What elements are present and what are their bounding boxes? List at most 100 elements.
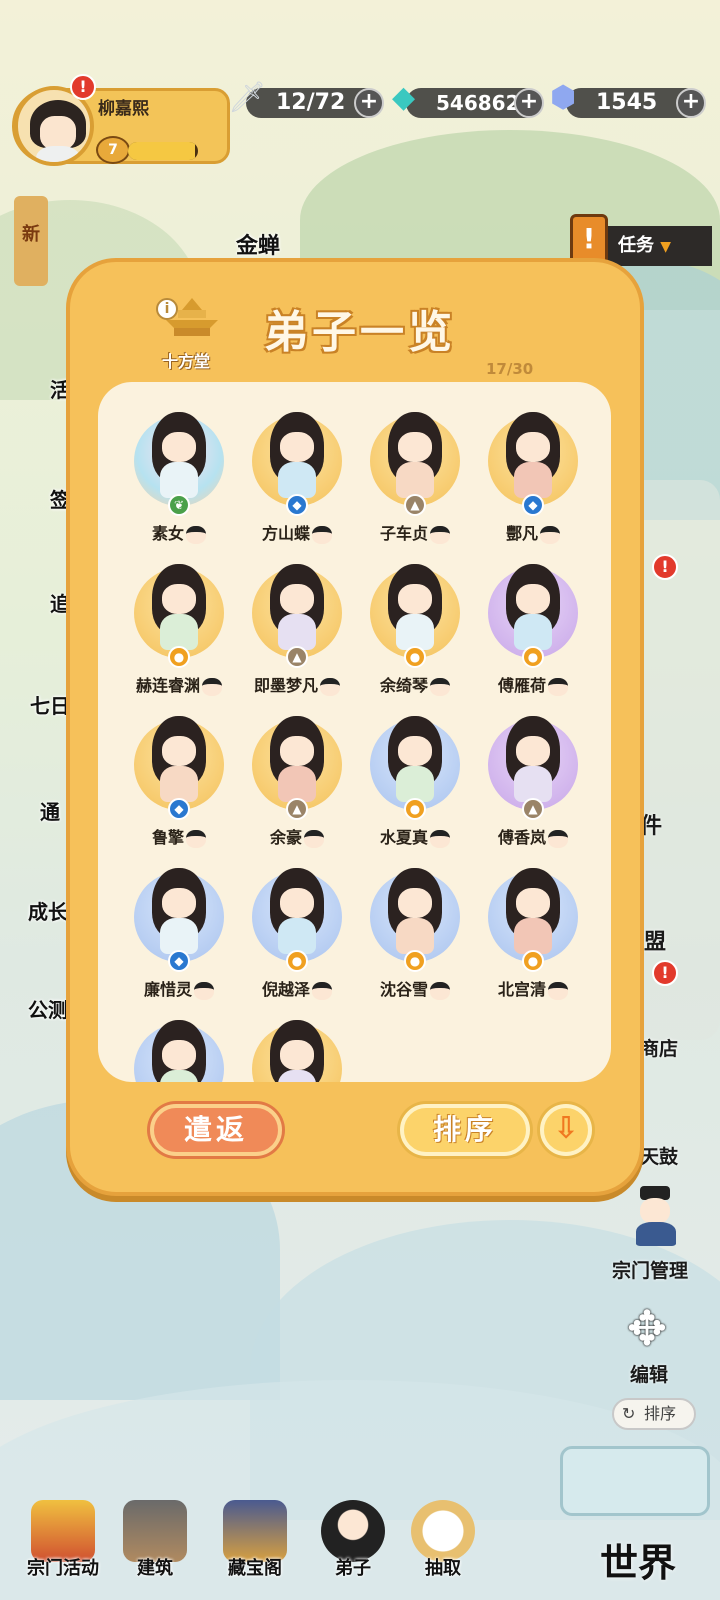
portrait-robe xyxy=(160,614,198,650)
side-label-5[interactable]: 通 xyxy=(40,796,60,825)
disciple-name: 方山蝶 xyxy=(238,520,356,544)
edit-arrows-icon: ✥ xyxy=(626,1301,668,1357)
sort-order-arrow-icon[interactable]: ⇩ xyxy=(540,1104,592,1156)
wood-element-icon: ❦ xyxy=(168,494,190,516)
nav-label: 弟子 xyxy=(335,1558,371,1579)
bird-icon xyxy=(411,1500,475,1562)
portrait-robe xyxy=(160,462,198,498)
player-name: 柳嘉熙 xyxy=(98,99,149,119)
portrait-face xyxy=(516,888,550,918)
side-label-4[interactable]: 七日 xyxy=(30,690,70,719)
portrait-face xyxy=(516,432,550,462)
add-jade-button[interactable]: + xyxy=(514,88,544,118)
pagoda-icon xyxy=(31,1500,95,1562)
edit-button[interactable]: 编辑 xyxy=(630,1360,668,1387)
portrait-face xyxy=(162,1040,196,1070)
sort-button[interactable]: 排序 xyxy=(400,1104,530,1156)
exp-bar-fill xyxy=(128,142,195,160)
disciple-card[interactable]: ▲ 子车贞 xyxy=(356,410,474,560)
water-element-icon: ◆ xyxy=(522,494,544,516)
disciple-card[interactable]: ▲ 余豪 xyxy=(238,714,356,864)
disciple-card[interactable]: ◆ 酆凡 xyxy=(474,410,592,560)
disciple-card[interactable]: ● 赫连睿渊 xyxy=(120,562,238,712)
disciple-card[interactable]: ● 水夏真 xyxy=(356,714,474,864)
disciple-card[interactable]: ▲ 即墨梦凡 xyxy=(238,562,356,712)
shop-button[interactable]: 商店 xyxy=(640,1034,678,1061)
portrait-face xyxy=(280,432,314,462)
exp-bar xyxy=(128,142,198,160)
nav-draw[interactable]: 抽取 xyxy=(398,1500,488,1596)
side-label-r2[interactable]: 盟 xyxy=(644,924,666,956)
sect-manage-button[interactable]: 宗门管理 xyxy=(612,1256,688,1283)
sword-icon: 🗡 xyxy=(228,80,267,115)
portrait-robe xyxy=(514,918,552,954)
portrait-robe xyxy=(396,462,434,498)
portrait-robe xyxy=(396,918,434,954)
disciple-icon xyxy=(321,1500,385,1562)
disciple-name: 赫连睿渊 xyxy=(120,672,238,696)
disciple-name: 酆凡 xyxy=(474,520,592,544)
disciple-card[interactable]: ◆ 方山蝶 xyxy=(238,410,356,560)
portrait-face xyxy=(162,736,196,766)
nav-buildings[interactable]: 建筑 xyxy=(110,1500,200,1596)
disciple-card[interactable]: ● 余绮琴 xyxy=(356,562,474,712)
disciple-card[interactable]: ▲ 傅香岚 xyxy=(474,714,592,864)
water-element-icon: ◆ xyxy=(168,950,190,972)
portrait-face xyxy=(162,888,196,918)
portrait-robe xyxy=(160,918,198,954)
portrait-robe xyxy=(160,766,198,802)
disciple-card[interactable] xyxy=(238,1018,356,1082)
nav-treasure[interactable]: 藏宝阁 xyxy=(210,1500,300,1596)
water-element-icon: ◆ xyxy=(168,798,190,820)
new-tag[interactable]: 新 xyxy=(14,196,48,286)
disciple-name: 傅雁荷 xyxy=(474,672,592,696)
add-crystal-button[interactable]: + xyxy=(676,88,706,118)
disciple-name-text: 傅香岚 xyxy=(497,828,546,847)
fire-element-icon: ● xyxy=(286,950,308,972)
disciple-name-text: 水夏真 xyxy=(379,828,428,847)
disciple-card[interactable]: ● 倪越泽 xyxy=(238,866,356,1016)
portrait-face xyxy=(280,736,314,766)
disciple-card[interactable]: ● 傅雁荷 xyxy=(474,562,592,712)
side-label-7[interactable]: 公测 xyxy=(28,994,68,1023)
world-map-icon xyxy=(560,1446,710,1516)
world-button[interactable]: 世界 xyxy=(600,1532,676,1587)
portrait-face xyxy=(398,432,432,462)
disciple-card[interactable] xyxy=(120,1018,238,1082)
manager-avatar-icon xyxy=(632,1186,680,1246)
drum-button[interactable]: 天鼓 xyxy=(640,1142,678,1169)
earth-element-icon: ▲ xyxy=(522,798,544,820)
portrait-robe xyxy=(514,766,552,802)
disciple-name-text: 廉惜灵 xyxy=(143,980,192,999)
disciple-card[interactable]: ● 沈谷雪 xyxy=(356,866,474,1016)
portrait-face xyxy=(516,736,550,766)
disciple-name: 北宫清 xyxy=(474,976,592,1000)
disciple-card[interactable]: ◆ 廉惜灵 xyxy=(120,866,238,1016)
disciple-name-text: 即墨梦凡 xyxy=(253,676,318,695)
dismiss-button[interactable]: 遣返 xyxy=(150,1104,282,1156)
disciple-name: 沈谷雪 xyxy=(356,976,474,1000)
add-stamina-button[interactable]: + xyxy=(354,88,384,118)
nav-disciples[interactable]: 弟子 xyxy=(308,1500,398,1596)
map-sort-button[interactable]: ↻ 排序 xyxy=(612,1398,696,1430)
level-badge: 7 xyxy=(96,136,130,164)
master-face-icon xyxy=(194,981,214,1000)
nav-sect-activities[interactable]: 宗门活动 xyxy=(18,1500,108,1596)
side-label-jinchan[interactable]: 金蝉 xyxy=(236,228,280,260)
fire-element-icon: ● xyxy=(168,646,190,668)
disciple-card[interactable]: ◆ 鲁擎 xyxy=(120,714,238,864)
portrait-face xyxy=(162,432,196,462)
master-face-icon xyxy=(430,525,450,544)
disciple-name: 倪越泽 xyxy=(238,976,356,1000)
disciple-name-text: 子车贞 xyxy=(379,524,428,543)
side-label-6[interactable]: 成长 xyxy=(28,896,68,925)
disciple-name: 即墨梦凡 xyxy=(238,672,356,696)
disciple-card[interactable]: ❦ 素女 xyxy=(120,410,238,560)
disciple-name-text: 余绮琴 xyxy=(379,676,428,695)
master-face-icon xyxy=(312,981,332,1000)
portrait-face xyxy=(398,888,432,918)
master-face-icon xyxy=(540,525,560,544)
jade-value: 546862 xyxy=(436,91,520,115)
disciple-card[interactable]: ● 北宫清 xyxy=(474,866,592,1016)
nav-label: 宗门活动 xyxy=(27,1558,99,1579)
